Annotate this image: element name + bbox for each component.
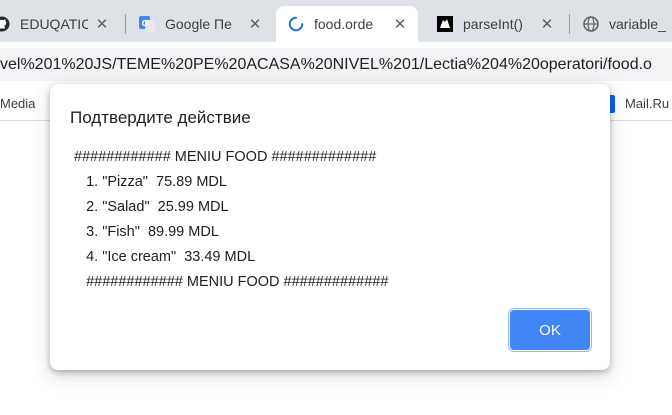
message-line: 4. "Ice cream" 33.49 MDL	[74, 249, 256, 265]
message-line: 1. "Pizza" 75.89 MDL	[74, 174, 227, 190]
toolbar: vel%201%20JS/TEME%20PE%20ACASA%20NIVEL%2…	[0, 42, 672, 87]
message-line: ############ MENIU FOOD #############	[74, 274, 389, 290]
tab-eduqatic[interactable]: EDUQATIC ✕	[0, 6, 118, 42]
loading-spinner-icon	[288, 16, 304, 32]
bookmark-media[interactable]: Media	[0, 87, 35, 120]
google-translate-icon: G	[139, 16, 155, 32]
tab-separator	[569, 14, 570, 34]
tab-variable[interactable]: variable_	[583, 6, 672, 42]
tab-title: food.orde	[314, 16, 374, 32]
tab-title: EDUQATIC	[20, 16, 88, 32]
tab-title: parseInt()	[463, 16, 523, 32]
tab-title: Google Пе	[165, 16, 232, 32]
close-icon[interactable]: ✕	[94, 16, 110, 33]
message-line: 3. "Fish" 89.99 MDL	[74, 224, 219, 240]
message-line: 2. "Salad" 25.99 MDL	[74, 199, 229, 215]
close-icon[interactable]: ✕	[247, 16, 263, 33]
tab-title: variable_	[609, 16, 666, 32]
svg-text:G: G	[142, 19, 149, 28]
bookmark-mailru[interactable]: Mail.Ru	[603, 87, 669, 120]
dialog-title: Подтвердите действие	[70, 108, 251, 127]
tab-google-translate[interactable]: G Google Пе ✕	[139, 6, 271, 42]
tab-separator	[125, 14, 126, 34]
close-icon[interactable]: ✕	[539, 16, 555, 33]
url-text[interactable]: vel%201%20JS/TEME%20PE%20ACASA%20NIVEL%2…	[0, 42, 652, 87]
tab-strip: EDUQATIC ✕ G Google Пе ✕ food.orde ✕ par…	[0, 0, 672, 42]
ok-button[interactable]: OK	[510, 310, 590, 350]
tab-food-order[interactable]: food.orde ✕	[276, 6, 418, 42]
message-line: ############ MENIU FOOD #############	[74, 149, 377, 165]
mdn-icon	[437, 16, 453, 32]
bookmark-label: Mail.Ru	[625, 96, 670, 111]
github-icon	[0, 16, 10, 32]
confirm-dialog: Подтвердите действие ############ MENIU …	[50, 84, 610, 370]
tab-parseint[interactable]: parseInt() ✕	[433, 6, 563, 42]
globe-icon	[583, 16, 599, 32]
close-icon[interactable]: ✕	[392, 16, 408, 33]
dialog-message: ############ MENIU FOOD ############# 1.…	[74, 145, 388, 295]
bookmark-label: Media	[0, 96, 36, 111]
